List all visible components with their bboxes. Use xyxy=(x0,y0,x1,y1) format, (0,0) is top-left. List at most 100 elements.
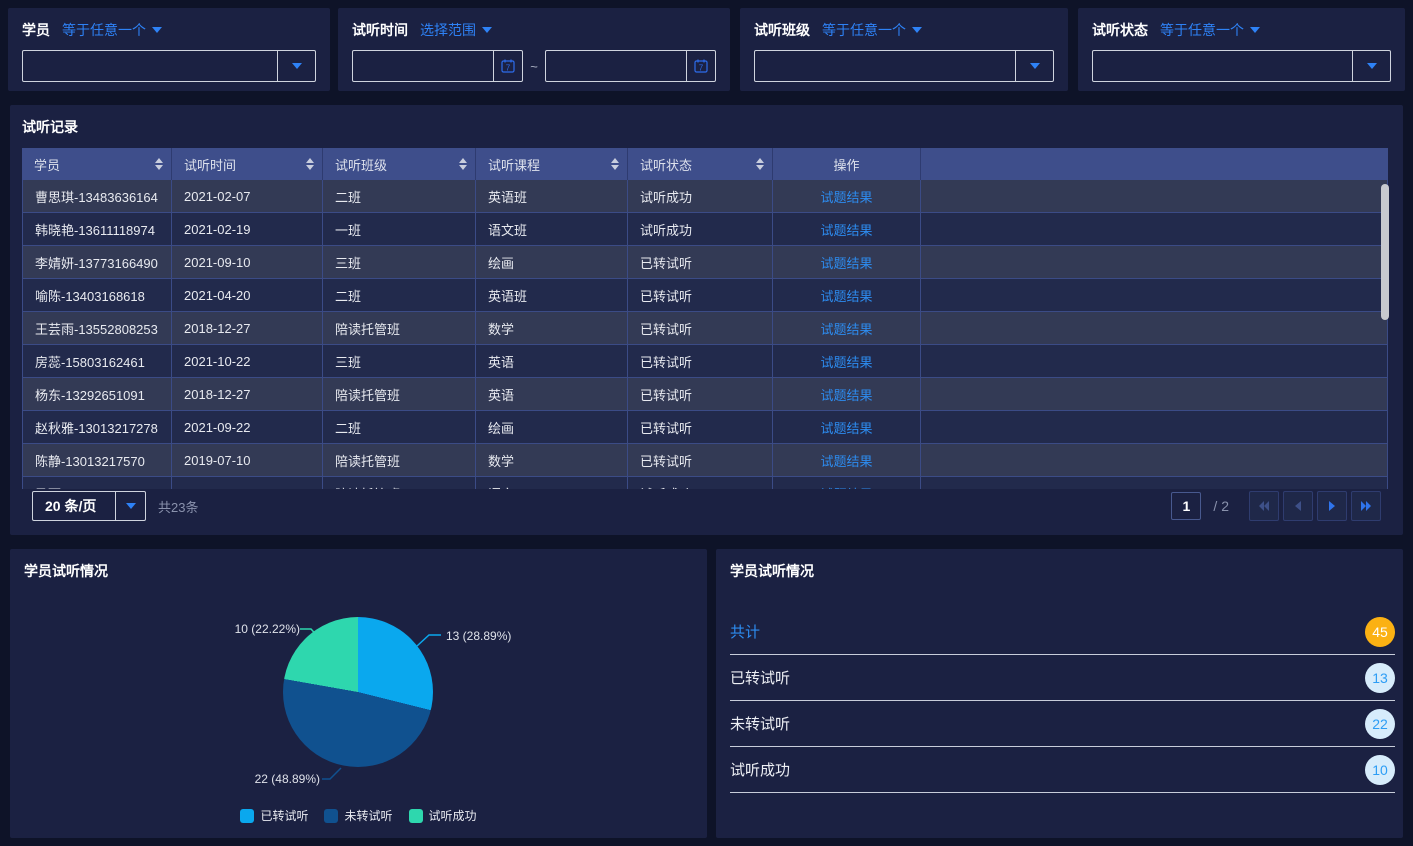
table-cell-actions: 试题结果 xyxy=(773,180,921,213)
page-number-input[interactable]: 1 xyxy=(1171,492,1201,520)
table-cell: 陪读托管班 xyxy=(323,477,476,489)
sort-ascending-icon[interactable] xyxy=(306,158,314,163)
status-select[interactable] xyxy=(1092,50,1391,82)
status-select-value[interactable] xyxy=(1093,51,1352,81)
table-cell-actions: 试题结果 xyxy=(773,312,921,345)
sort-descending-icon[interactable] xyxy=(459,165,467,170)
page-size-value[interactable]: 20 条/页 xyxy=(33,492,115,520)
sort-icon[interactable] xyxy=(756,158,764,170)
student-select-value[interactable] xyxy=(23,51,277,81)
legend-item-0[interactable]: 已转试听 xyxy=(240,807,308,824)
student-select[interactable] xyxy=(22,50,316,82)
first-page-button[interactable] xyxy=(1249,491,1279,521)
status-select-dropdown-button[interactable] xyxy=(1352,51,1390,81)
table-cell: 英语班 xyxy=(476,279,628,312)
sort-ascending-icon[interactable] xyxy=(756,158,764,163)
page-size-select[interactable]: 20 条/页 xyxy=(32,491,146,521)
exam-result-link[interactable]: 试题结果 xyxy=(820,319,872,338)
calendar-icon: 7 xyxy=(500,58,516,74)
exam-result-link[interactable]: 试题结果 xyxy=(820,187,872,206)
filter-class-label: 试听班级 xyxy=(754,20,810,40)
column-header-1[interactable]: 试听时间 xyxy=(172,148,323,180)
class-select-dropdown-button[interactable] xyxy=(1015,51,1053,81)
sort-descending-icon[interactable] xyxy=(611,165,619,170)
table-cell: 语文 xyxy=(476,477,628,489)
stats-row-3: 试听成功10 xyxy=(730,747,1395,793)
table-cell: 绘画 xyxy=(476,411,628,444)
class-select[interactable] xyxy=(754,50,1054,82)
filter-class-operator[interactable]: 等于任意一个 xyxy=(822,20,922,40)
exam-result-link[interactable]: 试题结果 xyxy=(820,385,872,404)
sort-icon[interactable] xyxy=(306,158,314,170)
filter-time-operator[interactable]: 选择范围 xyxy=(420,20,492,40)
stats-row-label[interactable]: 共计 xyxy=(730,621,760,642)
legend-label: 试听成功 xyxy=(429,807,477,824)
filter-class-operator-text: 等于任意一个 xyxy=(822,20,906,40)
last-page-button[interactable] xyxy=(1351,491,1381,521)
legend-label: 已转试听 xyxy=(260,807,308,824)
column-header-label: 学员 xyxy=(34,155,60,174)
table-cell-actions: 试题结果 xyxy=(773,345,921,378)
table-scrollbar-thumb[interactable] xyxy=(1381,184,1389,320)
date-start-input[interactable]: 7 xyxy=(352,50,523,82)
table-title: 试听记录 xyxy=(22,117,1391,137)
class-select-value[interactable] xyxy=(755,51,1015,81)
next-page-button[interactable] xyxy=(1317,491,1347,521)
sort-icon[interactable] xyxy=(459,158,467,170)
date-start-picker-button[interactable]: 7 xyxy=(493,51,522,81)
exam-result-link[interactable]: 试题结果 xyxy=(820,253,872,272)
exam-result-link[interactable]: 试题结果 xyxy=(820,352,872,371)
filter-status-operator-text: 等于任意一个 xyxy=(1160,20,1244,40)
sort-icon[interactable] xyxy=(155,158,163,170)
column-header-3[interactable]: 试听课程 xyxy=(476,148,628,180)
sort-icon[interactable] xyxy=(611,158,619,170)
sort-ascending-icon[interactable] xyxy=(611,158,619,163)
student-select-dropdown-button[interactable] xyxy=(277,51,315,81)
table-cell: 三班 xyxy=(323,246,476,279)
table-cell: 二班 xyxy=(323,279,476,312)
pie-chart[interactable] xyxy=(283,617,433,767)
filter-student-operator[interactable]: 等于任意一个 xyxy=(62,20,162,40)
table-cell: 已转试听 xyxy=(628,378,773,411)
column-header-0[interactable]: 学员 xyxy=(22,148,172,180)
sort-descending-icon[interactable] xyxy=(306,165,314,170)
legend-item-1[interactable]: 未转试听 xyxy=(324,807,392,824)
page-size-dropdown-button[interactable] xyxy=(115,492,145,520)
exam-result-link[interactable]: 试题结果 xyxy=(820,286,872,305)
column-header-4[interactable]: 试听状态 xyxy=(628,148,773,180)
stats-row-label: 已转试听 xyxy=(730,667,790,688)
sort-ascending-icon[interactable] xyxy=(155,158,163,163)
date-end-input[interactable]: 7 xyxy=(545,50,716,82)
table-cell: 三班 xyxy=(323,345,476,378)
chevron-down-icon xyxy=(126,503,136,509)
table-cell: 已转试听 xyxy=(628,411,773,444)
table-cell: 2021-02-19 xyxy=(172,213,323,246)
pie-label-unconverted: 22 (48.89%) xyxy=(255,772,320,786)
table-cell: 2021-02-07 xyxy=(172,180,323,213)
sort-ascending-icon[interactable] xyxy=(459,158,467,163)
stats-count-badge: 45 xyxy=(1365,617,1395,647)
legend-item-2[interactable]: 试听成功 xyxy=(409,807,477,824)
column-header-2[interactable]: 试听班级 xyxy=(323,148,476,180)
exam-result-link[interactable]: 试题结果 xyxy=(820,484,872,490)
date-start-value[interactable] xyxy=(353,51,493,81)
exam-result-link[interactable]: 试题结果 xyxy=(820,418,872,437)
table-cell-filler xyxy=(921,477,1388,489)
date-end-picker-button[interactable]: 7 xyxy=(686,51,715,81)
table-cell-filler xyxy=(921,345,1388,378)
table-cell: 杨东-13292651091 xyxy=(22,378,172,411)
table-cell-actions: 试题结果 xyxy=(773,246,921,279)
previous-page-button[interactable] xyxy=(1283,491,1313,521)
filter-time-label: 试听时间 xyxy=(352,20,408,40)
table-cell-filler xyxy=(921,279,1388,312)
filter-status-operator[interactable]: 等于任意一个 xyxy=(1160,20,1260,40)
sort-descending-icon[interactable] xyxy=(155,165,163,170)
chevron-down-icon xyxy=(1250,27,1260,33)
exam-result-link[interactable]: 试题结果 xyxy=(820,220,872,239)
sort-descending-icon[interactable] xyxy=(756,165,764,170)
column-header-5[interactable]: 操作 xyxy=(773,148,921,180)
exam-result-link[interactable]: 试题结果 xyxy=(820,451,872,470)
pie-panel-title: 学员试听情况 xyxy=(24,561,108,581)
date-end-value[interactable] xyxy=(546,51,686,81)
table-cell-actions: 试题结果 xyxy=(773,213,921,246)
